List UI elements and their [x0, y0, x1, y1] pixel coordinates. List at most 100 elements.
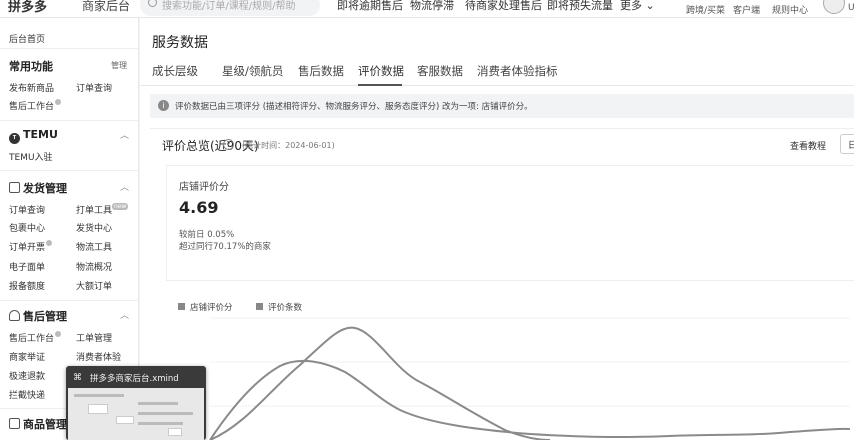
sidebar-item[interactable]: 拦截快递 [9, 388, 45, 401]
notification-dot [46, 240, 53, 246]
sidebar-item-invoice[interactable]: 订单开票 [9, 240, 53, 253]
preview-line [138, 422, 183, 425]
avatar-letter: U [848, 3, 854, 13]
notification-dot [55, 331, 62, 337]
box-icon [9, 418, 20, 429]
notice-text: 评价数据已由三项评分 (描述相符评分、物流服务评分、服务态度评分) 改为一项: … [175, 102, 533, 112]
chevron-up-icon[interactable]: ︿ [120, 308, 129, 321]
stat-time: (统计时间：2024-06-01) [242, 141, 335, 150]
sidebar-item[interactable]: TEMU入驻 [9, 150, 53, 163]
section-goods[interactable]: 商品管理 [9, 416, 67, 432]
common-manage-link[interactable]: 管理 [111, 60, 127, 71]
divider [0, 120, 139, 121]
toplink-client[interactable]: 客户端 [733, 3, 760, 16]
page-title: 服务数据 [152, 35, 208, 51]
sidebar-item-after-workbench[interactable]: 售后工作台 [9, 331, 62, 344]
sidebar-home[interactable]: 后台首页 [9, 32, 45, 45]
floating-window-title: 拼多多商家后台.xmind [90, 374, 179, 384]
preview-line [138, 402, 178, 405]
toplink-cross-border[interactable]: 跨境/买菜 [686, 3, 725, 16]
sidebar-item[interactable]: 大额订单 [76, 279, 112, 292]
avatar[interactable] [823, 0, 845, 14]
sidebar-item-label: 订单开票 [9, 243, 46, 253]
search-input[interactable]: 搜索功能/订单/课程/规则/帮助 [140, 0, 320, 16]
sidebar-item[interactable]: 发布新商品 [9, 81, 54, 94]
topnav-item[interactable]: 即将预失流量 [547, 0, 613, 13]
tab-review-data[interactable]: 评价数据 [358, 63, 404, 79]
preview-node [168, 428, 182, 436]
metric-card[interactable]: 店铺评价分 4.69 较前日 0.05% 超过同行70.17%的商家 [166, 165, 854, 281]
preview-node [88, 404, 108, 414]
metric-change: 较前日 0.05% [179, 230, 235, 240]
sidebar-item[interactable]: 发货中心 [76, 221, 112, 234]
sidebar-item[interactable]: 物流工具 [76, 240, 112, 253]
help-icon[interactable]: ? [223, 139, 234, 150]
section-common: 常用功能 [9, 60, 53, 73]
notification-dot [55, 99, 62, 105]
divider [0, 300, 139, 301]
sidebar-item[interactable]: 物流概况 [76, 260, 112, 273]
section-temu-label: TEMU [23, 128, 58, 141]
sidebar-item[interactable]: 极速退款 [9, 369, 45, 382]
section-shipping[interactable]: 发货管理 [9, 180, 67, 196]
preview-line [74, 394, 124, 397]
sidebar-item[interactable]: 工单管理 [76, 331, 112, 344]
divider [0, 170, 139, 171]
info-icon: i [158, 100, 169, 111]
window-preview [68, 388, 204, 440]
toplink-rules[interactable]: 规则中心 [772, 3, 808, 16]
series-line-count [209, 359, 850, 440]
new-badge: new [112, 203, 129, 210]
date-picker-button[interactable]: 日 [840, 134, 854, 154]
temu-icon: T [9, 133, 20, 144]
search-icon [148, 0, 157, 7]
preview-line [138, 412, 193, 415]
top-bar: 拼多多 商家后台 搜索功能/订单/课程/规则/帮助 即将逾期售后 物流停滞 待商… [0, 0, 854, 18]
metric-label: 店铺评价分 [179, 182, 229, 193]
chevron-up-icon[interactable]: ︿ [120, 128, 129, 141]
section-shipping-label: 发货管理 [23, 182, 67, 195]
sidebar-item[interactable]: 商家举证 [9, 350, 45, 363]
metric-value: 4.69 [179, 198, 219, 217]
floating-window[interactable]: ⌘ 拼多多商家后台.xmind [66, 366, 206, 440]
section-after-sales[interactable]: 售后管理 [9, 308, 67, 324]
sidebar-item[interactable]: 消费者体验 [76, 350, 121, 363]
sidebar-item[interactable]: 报备额度 [9, 279, 45, 292]
document-icon [9, 182, 20, 193]
preview-node [116, 416, 134, 424]
logo[interactable]: 拼多多 [8, 0, 47, 15]
topnav-more[interactable]: 更多 ⌄ [620, 0, 655, 13]
chevron-up-icon[interactable]: ︿ [120, 180, 129, 193]
sidebar-item-label: 售后工作台 [9, 102, 55, 112]
topnav-item[interactable]: 即将逾期售后 [337, 0, 403, 13]
sidebar-item[interactable]: 电子面单 [9, 260, 45, 273]
metric-rank: 超过同行70.17%的商家 [179, 242, 271, 252]
section-temu[interactable]: T TEMU [9, 128, 58, 144]
tab-star-navigator[interactable]: 星级/领航员 [222, 63, 283, 79]
chevron-down-icon: ⌄ [642, 0, 655, 12]
tab-consumer-experience[interactable]: 消费者体验指标 [477, 63, 558, 79]
sidebar-item[interactable]: 订单查询 [9, 203, 45, 216]
search-placeholder: 搜索功能/订单/课程/规则/帮助 [162, 1, 296, 12]
tab-after-sales-data[interactable]: 售后数据 [298, 63, 344, 79]
shield-icon [9, 310, 20, 321]
topnav-item[interactable]: 待商家处理售后 [465, 0, 542, 13]
section-after-sales-label: 售后管理 [23, 310, 67, 323]
sidebar-item[interactable]: 订单查询 [76, 81, 112, 94]
tab-service-data[interactable]: 客服数据 [417, 63, 463, 79]
series-line-score [209, 326, 551, 440]
notice-banner: i 评价数据已由三项评分 (描述相符评分、物流服务评分、服务态度评分) 改为一项… [150, 94, 854, 118]
topnav-more-label: 更多 [620, 0, 642, 12]
sidebar-item-label: 售后工作台 [9, 334, 55, 344]
tab-growth-level[interactable]: 成长层级 [152, 63, 198, 79]
review-line-chart [209, 317, 850, 440]
divider [0, 48, 139, 49]
view-tutorial-link[interactable]: 查看教程 [790, 139, 826, 152]
topnav-item[interactable]: 物流停滞 [410, 0, 454, 13]
sidebar-item-label: 打单工具 [76, 206, 113, 216]
sidebar-item[interactable]: 包裹中心 [9, 221, 45, 234]
logo-subtitle: 商家后台 [82, 0, 131, 13]
xmind-icon: ⌘ [73, 373, 82, 383]
sidebar-item-print-tool[interactable]: 打单工具 new [76, 203, 129, 216]
sidebar-item-after-sales-workbench[interactable]: 售后工作台 [9, 99, 62, 112]
